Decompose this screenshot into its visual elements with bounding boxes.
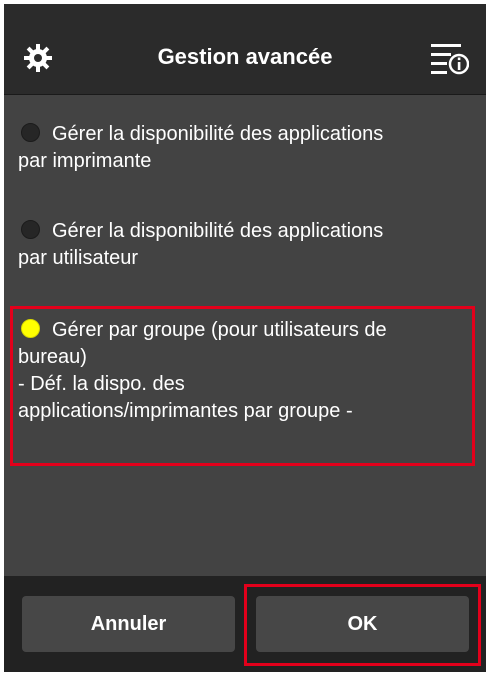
option-label-line1: Gérer par groupe (pour utilisateurs de xyxy=(52,319,387,341)
option-label-line4: applications/imprimantes par groupe - xyxy=(18,400,353,422)
cancel-button[interactable]: Annuler xyxy=(22,596,235,652)
page-title: Gestion avancée xyxy=(157,44,333,69)
menu-info-icon[interactable] xyxy=(429,40,469,76)
ok-button[interactable]: OK xyxy=(256,596,469,652)
option-manage-by-user[interactable]: Gérer la disponibilité des applications … xyxy=(18,218,468,272)
option-label-line1: Gérer la disponibilité des applications xyxy=(52,123,384,145)
option-label-line2: par imprimante xyxy=(18,150,152,172)
app-screen: Gestion avancée Gérer la disponibilité d… xyxy=(4,4,486,672)
option-label-line1: Gérer la disponibilité des applications xyxy=(52,220,384,242)
option-label-line3: - Déf. la dispo. des xyxy=(18,373,185,395)
option-manage-by-printer[interactable]: Gérer la disponibilité des applications … xyxy=(18,121,468,175)
option-label-line2: bureau) xyxy=(18,346,87,368)
radio-button[interactable] xyxy=(21,123,40,142)
header-bar: Gestion avancée xyxy=(4,4,486,95)
options-list: Gérer la disponibilité des applications … xyxy=(4,95,486,576)
option-label-line2: par utilisateur xyxy=(18,247,139,269)
footer-bar: Annuler OK xyxy=(4,576,486,672)
option-manage-by-group[interactable]: Gérer par groupe (pour utilisateurs de b… xyxy=(18,317,468,425)
radio-button[interactable] xyxy=(21,220,40,239)
radio-button-selected[interactable] xyxy=(21,319,40,338)
